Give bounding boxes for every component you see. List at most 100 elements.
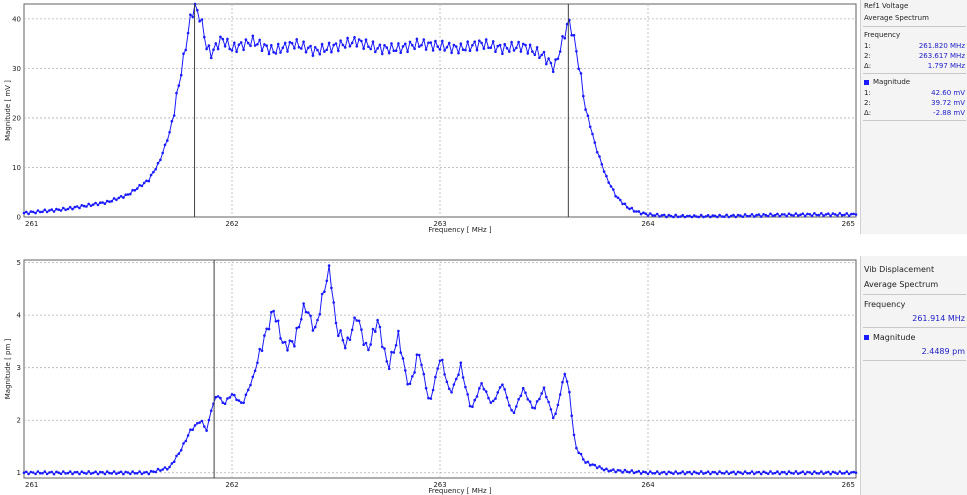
displacement-spectrum-chart[interactable]: 261 262 263 264 26512345Frequency [ MHz ]Mag… <box>0 256 860 495</box>
data-point <box>80 470 84 473</box>
data-point <box>669 214 673 218</box>
data-point <box>80 204 84 207</box>
voltage-spectrum-chart[interactable]: 261 262 263 264 265010203040Frequency [ MHz … <box>0 0 860 234</box>
data-point <box>73 471 77 474</box>
data-point <box>709 215 712 219</box>
data-point <box>796 214 800 217</box>
y-tick-label: 40 <box>12 15 21 23</box>
data-point <box>683 472 687 476</box>
data-point <box>209 56 213 60</box>
data-point <box>681 213 684 217</box>
data-point <box>815 471 818 475</box>
data-point <box>785 214 788 218</box>
x-tick-label: 264 <box>641 481 655 489</box>
data-point <box>300 318 303 321</box>
data-point <box>653 214 657 217</box>
data-point <box>586 460 590 464</box>
data-point <box>246 41 250 45</box>
data-point <box>172 114 176 117</box>
data-point <box>138 470 141 473</box>
data-point <box>662 213 666 217</box>
data-point <box>755 471 758 474</box>
data-point <box>235 50 238 53</box>
x-tick-label: 261 <box>25 220 38 228</box>
data-point <box>390 42 393 45</box>
data-point <box>397 329 400 333</box>
data-point <box>362 47 366 50</box>
data-point <box>459 42 463 45</box>
data-point <box>808 213 812 216</box>
data-point <box>803 472 807 476</box>
data-point <box>154 470 157 474</box>
data-point <box>420 43 423 47</box>
data-point <box>736 470 740 474</box>
data-point <box>38 210 42 214</box>
data-point <box>623 468 627 472</box>
data-point <box>279 337 282 340</box>
data-point <box>230 49 234 52</box>
data-point <box>25 470 28 474</box>
data-point <box>526 52 530 55</box>
data-point <box>833 471 837 474</box>
panel-separator <box>0 234 967 256</box>
data-point <box>360 39 363 43</box>
data-point <box>348 338 352 341</box>
data-point <box>334 321 338 325</box>
data-point <box>341 338 345 342</box>
data-point <box>424 386 428 390</box>
data-point <box>293 47 296 50</box>
data-point <box>447 41 451 45</box>
data-point <box>619 469 622 472</box>
data-point <box>443 49 446 52</box>
data-point <box>166 139 169 142</box>
data-point <box>64 208 67 212</box>
data-point <box>780 470 784 474</box>
data-point <box>184 48 188 52</box>
data-point <box>256 361 259 365</box>
data-point <box>117 196 121 200</box>
data-point <box>346 36 349 40</box>
data-point <box>182 442 185 445</box>
data-point <box>330 50 333 54</box>
data-point <box>845 212 849 215</box>
data-point <box>508 50 511 53</box>
data-point <box>840 213 844 217</box>
data-point <box>149 173 153 177</box>
data-point <box>588 463 592 467</box>
data-point <box>759 472 763 476</box>
data-point <box>239 401 243 404</box>
data-point <box>415 37 419 41</box>
data-point <box>769 212 772 216</box>
data-point <box>773 471 777 475</box>
legend-magnitude-entry: Magnitude <box>861 76 967 88</box>
data-point <box>561 380 564 384</box>
data-point <box>817 472 821 475</box>
data-point <box>600 467 604 470</box>
data-point <box>249 44 252 48</box>
data-point <box>205 47 208 51</box>
data-point <box>822 472 825 476</box>
data-point <box>471 405 474 408</box>
data-point <box>214 42 218 45</box>
data-point <box>327 41 331 45</box>
data-point <box>686 214 689 218</box>
data-point <box>244 38 248 41</box>
data-point <box>304 50 308 54</box>
data-point <box>637 469 641 473</box>
data-point <box>827 212 830 215</box>
data-point <box>602 170 606 173</box>
data-point <box>371 40 375 43</box>
data-point <box>68 205 72 209</box>
data-point <box>399 51 403 54</box>
data-point <box>790 471 793 475</box>
data-point <box>796 472 800 475</box>
data-point <box>572 433 576 437</box>
data-point <box>357 38 361 41</box>
data-point <box>385 46 389 49</box>
data-point <box>355 45 359 48</box>
data-point <box>281 46 285 50</box>
data-point <box>660 214 664 217</box>
data-point <box>413 47 416 51</box>
data-point <box>228 396 231 399</box>
data-point <box>815 213 818 217</box>
